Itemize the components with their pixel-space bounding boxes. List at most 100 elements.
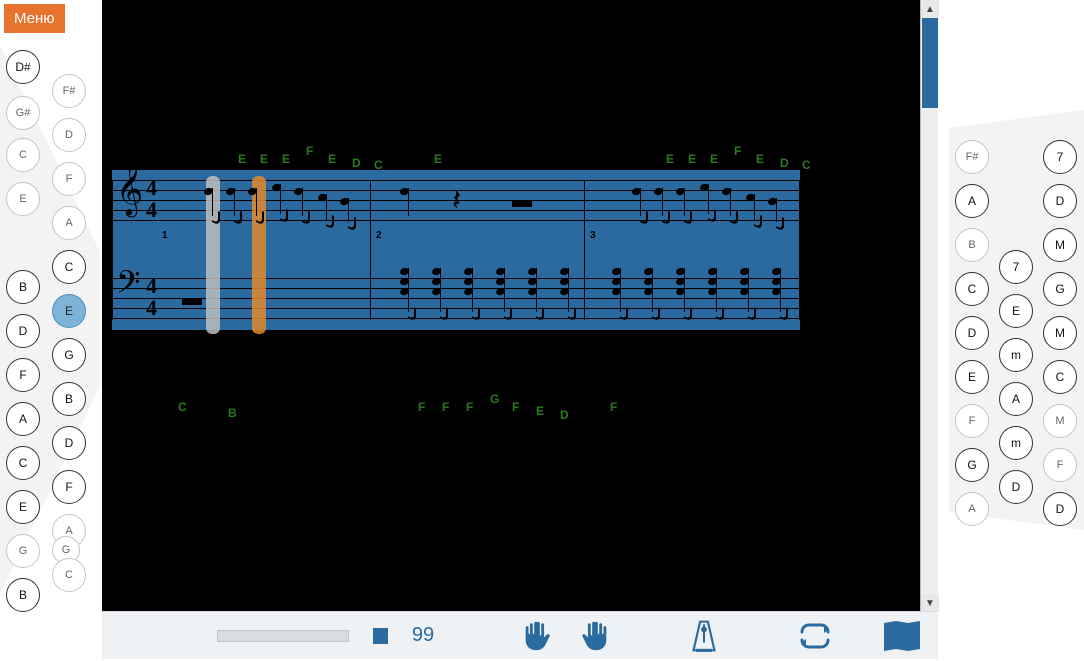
rest-icon: ▬	[512, 190, 532, 213]
note-name-label: E	[710, 152, 718, 166]
rest-icon: ▬	[182, 288, 202, 311]
left-key[interactable]: F#	[52, 74, 86, 108]
menu-button[interactable]: Меню	[4, 4, 65, 33]
left-key[interactable]: D	[6, 314, 40, 348]
left-hand-icon[interactable]	[520, 619, 554, 653]
right-key[interactable]: A	[955, 492, 989, 526]
progress-slider[interactable]	[217, 630, 349, 642]
note-name-label: F	[418, 400, 425, 414]
left-key[interactable]: C	[6, 446, 40, 480]
treble-clef-icon: 𝄞	[116, 166, 143, 212]
note-name-label: D	[560, 408, 569, 422]
left-key[interactable]: F	[6, 358, 40, 392]
left-key[interactable]: E	[6, 490, 40, 524]
bass-clef-icon: 𝄢	[116, 268, 140, 306]
right-key[interactable]: F#	[955, 140, 989, 174]
right-key[interactable]: D	[955, 316, 989, 350]
left-key[interactable]: E	[6, 182, 40, 216]
right-key[interactable]: C	[955, 272, 989, 306]
note-name-label: E	[536, 404, 544, 418]
note-name-label: D	[352, 156, 361, 170]
right-hand-icon[interactable]	[578, 619, 612, 653]
note-name-label: C	[374, 158, 383, 172]
right-key[interactable]: D	[999, 470, 1033, 504]
note-name-label: E	[328, 152, 336, 166]
note-name-label: F	[466, 400, 473, 414]
note-name-label: F	[512, 400, 519, 414]
right-key[interactable]: A	[999, 382, 1033, 416]
right-key[interactable]: M	[1043, 228, 1077, 262]
staff-system: 𝄞 𝄢 4 4 4 4 1 2 3 𝄽 ▬ ▬	[112, 170, 800, 330]
left-key[interactable]: B	[6, 270, 40, 304]
right-key[interactable]: C	[1043, 360, 1077, 394]
note-name-label: E	[282, 152, 290, 166]
scroll-up-arrow[interactable]: ▲	[921, 0, 939, 18]
vertical-scrollbar[interactable]: ▲ ▼	[920, 0, 938, 612]
note-name-label: E	[666, 152, 674, 166]
note-name-label: D	[780, 156, 789, 170]
left-key[interactable]: C	[52, 250, 86, 284]
right-key[interactable]: D	[1043, 492, 1077, 526]
playback-cursor-secondary[interactable]	[206, 176, 220, 334]
right-key[interactable]: M	[1043, 316, 1077, 350]
right-key[interactable]: D	[1043, 184, 1077, 218]
bass-timesig-top: 4	[146, 276, 157, 296]
right-key[interactable]: E	[955, 360, 989, 394]
left-key[interactable]: G	[52, 338, 86, 372]
left-key[interactable]: B	[6, 578, 40, 612]
note-name-label: E	[260, 152, 268, 166]
right-key[interactable]: A	[955, 184, 989, 218]
left-key[interactable]: D	[52, 426, 86, 460]
left-key[interactable]: G	[6, 534, 40, 568]
right-key[interactable]: G	[955, 448, 989, 482]
rest-icon: 𝄽	[452, 184, 461, 218]
right-key[interactable]: 7	[999, 250, 1033, 284]
right-key[interactable]: 7	[1043, 140, 1077, 174]
treble-timesig-bot: 4	[146, 200, 157, 220]
loop-icon[interactable]	[796, 622, 834, 650]
note-name-label: F	[442, 400, 449, 414]
note-name-labels-bottom: CBFFFGFEDF	[112, 392, 800, 432]
right-key[interactable]: m	[999, 338, 1033, 372]
note-name-label: G	[490, 392, 499, 406]
left-keyboard-panel: D# G# C E B D F A C E G B F# D F A C E G…	[0, 38, 100, 598]
left-key[interactable]: A	[6, 402, 40, 436]
note-name-label: E	[688, 152, 696, 166]
right-key[interactable]: B	[955, 228, 989, 262]
left-key[interactable]: C	[6, 138, 40, 172]
left-key[interactable]: D	[52, 118, 86, 152]
left-key-active[interactable]: E	[52, 294, 86, 328]
left-key[interactable]: D#	[6, 50, 40, 84]
left-key[interactable]: B	[52, 382, 86, 416]
scroll-thumb[interactable]	[922, 18, 938, 108]
right-key[interactable]: m	[999, 426, 1033, 460]
note-name-label: F	[734, 144, 741, 158]
note-name-label: C	[802, 158, 811, 172]
score-viewport: ▲ ▼ 𝄞 𝄢 4 4 4 4 1 2	[102, 0, 938, 612]
bass-timesig-bot: 4	[146, 298, 157, 318]
treble-timesig-top: 4	[146, 178, 157, 198]
note-name-label: B	[228, 406, 237, 420]
right-key[interactable]: M	[1043, 404, 1077, 438]
left-key[interactable]: A	[52, 206, 86, 240]
note-name-label: C	[178, 400, 187, 414]
note-name-label: E	[238, 152, 246, 166]
right-key[interactable]: F	[955, 404, 989, 438]
tempo-indicator-icon	[373, 628, 388, 644]
book-icon[interactable]	[882, 619, 922, 653]
left-key[interactable]: C	[52, 558, 86, 592]
left-key[interactable]: F	[52, 162, 86, 196]
transport-toolbar: 99	[102, 611, 938, 659]
left-key[interactable]: F	[52, 470, 86, 504]
left-key[interactable]: G#	[6, 96, 40, 130]
right-key[interactable]: G	[1043, 272, 1077, 306]
metronome-icon[interactable]	[688, 619, 720, 653]
right-key[interactable]: F	[1043, 448, 1077, 482]
measure-number: 2	[376, 230, 382, 241]
scroll-down-arrow[interactable]: ▼	[921, 594, 939, 612]
note-name-label: F	[610, 400, 617, 414]
right-key[interactable]: E	[999, 294, 1033, 328]
note-name-label: E	[434, 152, 442, 166]
playback-cursor-primary[interactable]	[252, 176, 266, 334]
right-keyboard-panel: F# A B C D E F G A 7 E m A m D 7 D M G M…	[949, 110, 1084, 530]
